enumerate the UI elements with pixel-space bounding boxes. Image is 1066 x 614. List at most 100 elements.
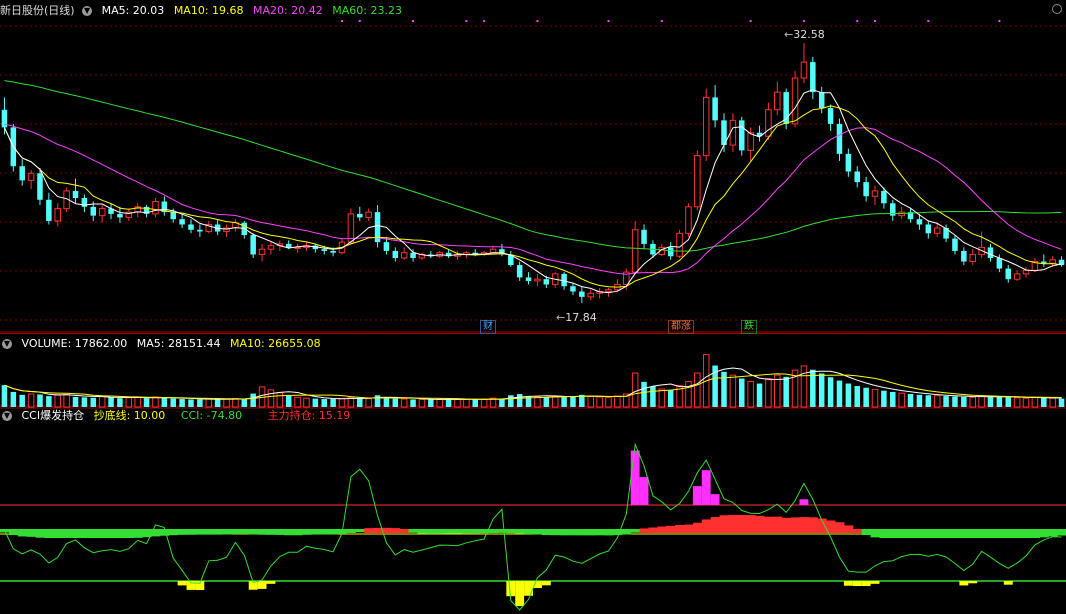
candle-body: [952, 238, 958, 251]
candle-body: [667, 247, 674, 257]
main-position-red: [373, 527, 383, 533]
volume-bar: [836, 380, 843, 407]
volume-bar: [570, 396, 576, 407]
volume-bar: [276, 392, 284, 408]
event-flag-down[interactable]: 跌: [741, 320, 757, 334]
volume-bar: [916, 394, 923, 407]
cci-bottom-line-label: 抄底线: 10.00: [93, 409, 166, 422]
volume-bar: [996, 396, 1003, 407]
volume-bar: [63, 393, 70, 408]
candle-body: [641, 229, 647, 244]
main-position-red: [728, 515, 738, 533]
main-position-green: [488, 529, 498, 534]
candle-body: [1022, 269, 1030, 275]
main-position-red: [399, 528, 410, 533]
main-position-green: [106, 529, 116, 538]
main-position-green: [8, 529, 19, 536]
main-position-green: [941, 529, 952, 538]
volume-panel-toggle-icon[interactable]: ▼: [2, 339, 12, 349]
volume-bar: [357, 397, 363, 407]
volume-bar: [223, 398, 230, 408]
candle-body: [1041, 261, 1047, 264]
volume-bar: [765, 378, 772, 408]
volume-bar: [392, 398, 399, 407]
volume-bar: [10, 391, 17, 407]
main-position-red: [781, 517, 792, 533]
settings-circle-icon[interactable]: [1052, 4, 1062, 14]
main-position-green: [604, 529, 614, 536]
candle-body: [383, 242, 390, 251]
main-position-green: [461, 529, 472, 534]
volume-bar: [108, 397, 114, 407]
candle-body: [827, 108, 834, 124]
main-position-red: [648, 527, 658, 533]
candle-body: [863, 182, 869, 197]
volume-bar: [161, 397, 168, 407]
cci-panel-toggle-icon[interactable]: ▼: [2, 411, 12, 421]
signal-marker: [483, 20, 486, 22]
candle-body: [46, 199, 52, 221]
volume-bar: [330, 399, 336, 407]
candle-body: [347, 213, 355, 243]
main-position-green: [950, 529, 960, 538]
cci-indicator-name: CCI爆发持仓: [21, 409, 85, 422]
main-position-red: [701, 519, 712, 533]
candle-body: [774, 91, 781, 111]
signal-marker: [927, 20, 930, 22]
main-position-red: [746, 515, 756, 533]
price-panel-toggle-icon[interactable]: ▼: [82, 6, 93, 16]
main-position-green: [53, 529, 63, 538]
cci-bottom-bar: [852, 581, 862, 587]
volume-bar: [516, 394, 523, 407]
volume-bar: [667, 389, 674, 407]
candle-body: [570, 286, 576, 292]
cci-burst-bar: [701, 470, 711, 505]
candle-body: [27, 172, 35, 181]
candle-body: [676, 232, 683, 257]
volume-bar: [1031, 396, 1039, 408]
candle-body: [987, 247, 994, 258]
volume-bar: [197, 399, 203, 407]
main-position-green: [426, 529, 436, 534]
main-position-green: [346, 529, 356, 533]
volume-ma10-label: MA10: 26655.08: [229, 337, 321, 350]
volume-bar: [881, 390, 887, 407]
candle-body: [392, 250, 399, 258]
candle-body: [969, 253, 976, 263]
cci-bottom-bar: [515, 581, 525, 607]
main-position-green: [26, 529, 37, 537]
main-position-green: [97, 529, 108, 538]
volume-bar: [827, 377, 834, 407]
event-flag-up[interactable]: 都涨: [668, 320, 694, 334]
main-position-green: [284, 529, 294, 536]
signal-marker: [412, 20, 415, 22]
event-flag-finance[interactable]: 财: [480, 320, 496, 334]
candle-body: [534, 278, 541, 282]
main-position-green: [897, 529, 907, 538]
main-position-green: [923, 529, 934, 538]
candle-body: [712, 97, 718, 121]
candle-body: [54, 208, 61, 222]
volume-bar: [561, 396, 567, 407]
main-position-red: [710, 517, 721, 533]
candle-body: [800, 61, 808, 79]
candle-body: [98, 208, 106, 217]
volume-bar: [312, 398, 319, 407]
main-position-green: [355, 529, 365, 533]
candle-body: [685, 206, 692, 234]
candle-body: [1005, 268, 1012, 280]
candle-body: [1013, 273, 1021, 280]
main-position-green: [515, 529, 525, 534]
low-price-label: ←17.84: [556, 311, 597, 324]
volume-bar: [631, 372, 639, 408]
main-position-green: [550, 529, 561, 536]
candle-body: [188, 224, 194, 230]
candle-body: [765, 109, 772, 137]
main-position-green: [595, 529, 605, 536]
signal-marker: [607, 20, 610, 22]
main-position-red: [835, 522, 845, 533]
cci-bottom-bar: [843, 581, 853, 586]
candle-body: [871, 190, 879, 197]
cci-bottom-bar: [506, 581, 516, 597]
volume-bar: [418, 398, 426, 408]
